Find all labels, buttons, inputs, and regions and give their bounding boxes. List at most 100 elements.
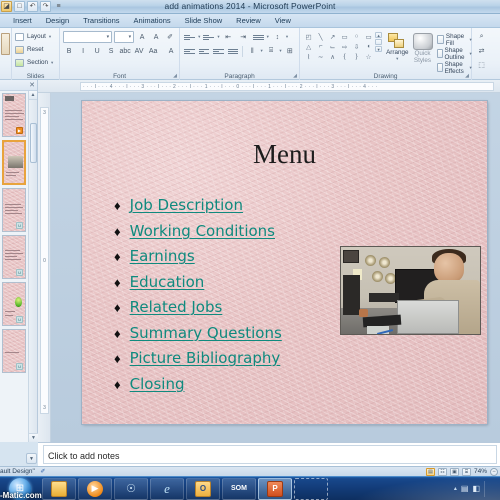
shape-icon[interactable]: ▭ <box>363 32 374 41</box>
font-dialog-launcher-icon[interactable]: ◢ <box>172 73 178 79</box>
clock-area[interactable] <box>484 480 496 497</box>
shrink-font-icon[interactable]: A <box>150 31 162 44</box>
shapes-scroll-up-icon[interactable]: ▲ <box>375 32 383 38</box>
hyperlink-picture-bibliography[interactable]: Picture Bibliography <box>130 346 281 372</box>
reset-icon[interactable] <box>15 45 24 54</box>
text-shadow-button[interactable]: S <box>105 45 117 58</box>
change-case-icon[interactable]: Aa <box>147 45 159 58</box>
decrease-indent-icon[interactable]: ⇤ <box>222 31 235 44</box>
shape-icon[interactable]: ⌐ <box>315 42 326 51</box>
tab-design[interactable]: Design <box>39 14 76 27</box>
shape-icon[interactable]: ⇨ <box>339 42 350 51</box>
paste-icon[interactable] <box>1 33 10 55</box>
italic-button[interactable]: I <box>77 45 89 58</box>
slide-thumbnail-5[interactable]: U <box>2 282 26 326</box>
hyperlink-related-jobs[interactable]: Related Jobs <box>130 295 223 321</box>
slide-sorter-view-button[interactable]: ☷ <box>437 467 447 476</box>
notes-placeholder[interactable]: Click to add notes <box>43 445 497 464</box>
font-size-caret-icon[interactable]: ▾ <box>129 34 132 40</box>
notes-collapse-button[interactable]: ▼ <box>26 453 37 464</box>
taskbar-internet-explorer[interactable]: e <box>150 477 184 500</box>
tab-review[interactable]: Review <box>229 14 268 27</box>
convert-to-smartart-icon[interactable]: ⊞ <box>284 45 297 58</box>
tab-view[interactable]: View <box>268 14 298 27</box>
slide-thumbnail-6[interactable]: U <box>2 329 26 373</box>
shape-icon[interactable]: ○ <box>351 32 362 41</box>
taskbar-recording-region[interactable] <box>294 477 328 500</box>
align-right-icon[interactable] <box>212 45 225 57</box>
arrange-icon[interactable] <box>388 33 406 49</box>
arrange-label[interactable]: Arrange <box>386 49 408 56</box>
font-size-input[interactable]: ▾ <box>114 31 135 43</box>
list-item[interactable]: ♦ Education <box>114 270 282 296</box>
taskbar-media-player[interactable]: ▶ <box>78 477 112 500</box>
section-icon[interactable] <box>15 58 24 67</box>
shape-icon[interactable]: ∼ <box>315 52 326 61</box>
layout-button[interactable]: Layout <box>26 30 47 43</box>
slides-thumbnail-list[interactable]: ▶ U U U U <box>0 91 28 442</box>
shape-icon[interactable]: ⌇ <box>303 52 314 61</box>
hyperlink-working-conditions[interactable]: Working Conditions <box>130 219 275 245</box>
select-icon[interactable]: ⬚ <box>475 59 488 72</box>
tab-insert[interactable]: Insert <box>6 14 39 27</box>
taskbar-file-explorer[interactable] <box>42 477 76 500</box>
shape-icon[interactable]: △ <box>303 42 314 51</box>
taskbar-outlook[interactable]: O <box>186 477 220 500</box>
close-icon[interactable]: ✕ <box>29 81 35 90</box>
hyperlink-earnings[interactable]: Earnings <box>130 244 195 270</box>
grow-font-icon[interactable]: A <box>136 31 148 44</box>
shape-outline-button[interactable]: Shape Outline ▾ <box>436 47 472 61</box>
shape-icon[interactable]: ☆ <box>363 52 374 61</box>
columns-caret-icon[interactable]: ▾ <box>261 48 263 54</box>
align-center-icon[interactable] <box>198 45 211 57</box>
list-item[interactable]: ♦ Working Conditions <box>114 219 282 245</box>
quick-styles-icon[interactable] <box>412 33 433 50</box>
tab-transitions[interactable]: Transitions <box>76 14 126 27</box>
arrange-caret-icon[interactable]: ▾ <box>396 56 398 62</box>
current-slide[interactable]: Menu ♦ Job Description ♦ Working Conditi… <box>82 101 487 424</box>
slides-panel-scrollbar[interactable]: ▲ ▼ <box>28 91 38 442</box>
bullets-caret-icon[interactable]: ▾ <box>198 34 200 40</box>
line-spacing-caret-icon[interactable]: ▾ <box>267 34 269 40</box>
shape-icon[interactable]: ▭ <box>339 32 350 41</box>
scrollbar-thumb[interactable] <box>30 123 37 163</box>
bold-button[interactable]: B <box>63 45 75 58</box>
reset-button[interactable]: Reset <box>26 43 44 56</box>
font-color-icon[interactable]: A <box>165 45 177 58</box>
scroll-down-icon[interactable]: ▼ <box>29 433 38 442</box>
line-spacing-icon[interactable] <box>252 31 265 43</box>
strikethrough-button[interactable]: abc <box>119 45 131 58</box>
zoom-out-button[interactable]: − <box>490 467 498 476</box>
shapes-gallery-scrollbar[interactable]: ▲ ▼ <box>375 32 383 52</box>
shape-icon[interactable]: ⇩ <box>351 42 362 51</box>
shape-icon[interactable]: ◖ <box>363 42 374 51</box>
numbering-caret-icon[interactable]: ▾ <box>217 34 219 40</box>
paragraph-dialog-launcher-icon[interactable]: ◢ <box>292 73 298 79</box>
align-left-icon[interactable] <box>183 45 196 57</box>
list-item[interactable]: ♦ Earnings <box>114 244 282 270</box>
increase-indent-icon[interactable]: ⇥ <box>237 31 250 44</box>
text-direction-icon[interactable]: ↕ <box>271 31 284 44</box>
clear-formatting-icon[interactable]: ✐ <box>164 31 176 44</box>
start-button[interactable]: ⊞ -Matic.com <box>0 477 42 500</box>
hyperlink-closing[interactable]: Closing <box>130 372 185 398</box>
taskbar-powerpoint[interactable]: P <box>258 477 292 500</box>
list-item[interactable]: ♦ Closing <box>114 372 282 398</box>
text-direction-caret-icon[interactable]: ▾ <box>286 34 288 40</box>
man-at-computer-photo[interactable] <box>340 246 481 335</box>
shapes-scroll-box-icon[interactable] <box>375 39 383 45</box>
tab-animations[interactable]: Animations <box>127 14 178 27</box>
slide-title[interactable]: Menu <box>82 139 487 170</box>
bullets-icon[interactable] <box>183 31 196 43</box>
list-item[interactable]: ♦ Job Description <box>114 193 282 219</box>
shapes-scroll-down-icon[interactable]: ▼ <box>375 46 383 52</box>
reading-view-button[interactable]: ▣ <box>449 467 459 476</box>
shape-icon[interactable]: ↗ <box>327 32 338 41</box>
normal-view-button[interactable]: ▤ <box>425 467 435 476</box>
list-item[interactable]: ♦ Summary Questions <box>114 321 282 347</box>
list-item[interactable]: ♦ Related Jobs <box>114 295 282 321</box>
underline-button[interactable]: U <box>91 45 103 58</box>
slide-thumbnail-1[interactable]: ▶ <box>2 93 26 137</box>
drawing-dialog-launcher-icon[interactable]: ◢ <box>464 73 470 79</box>
tab-slide-show[interactable]: Slide Show <box>178 14 230 27</box>
